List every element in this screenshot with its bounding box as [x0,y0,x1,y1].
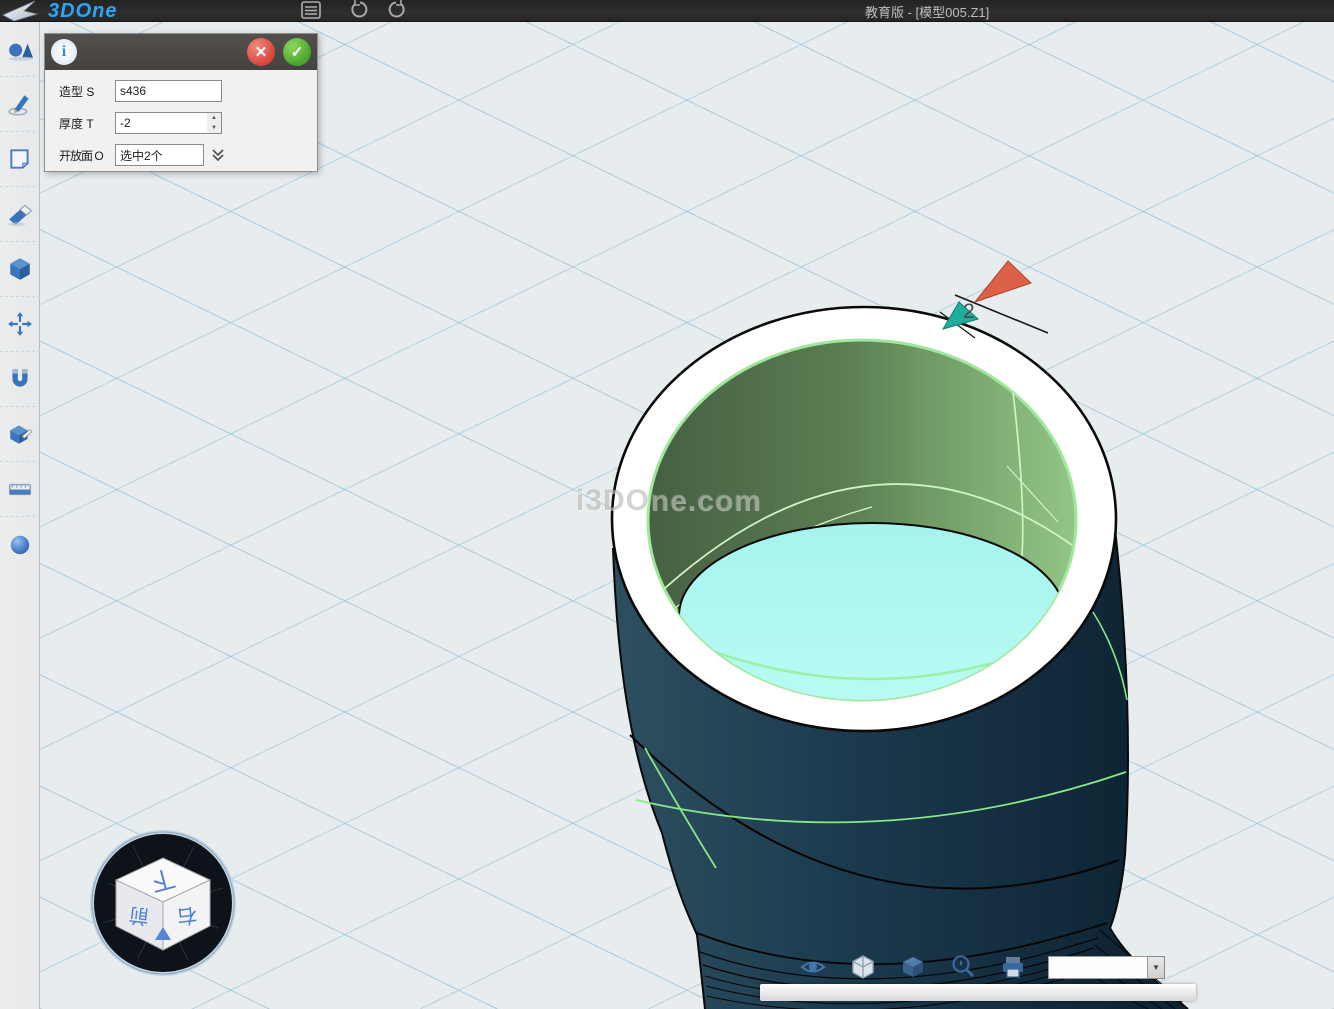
toolbar-primitives[interactable] [0,22,40,77]
toolbar-sketch-plane[interactable] [0,132,40,187]
toolbar-material[interactable] [0,517,40,572]
sketch-plane-icon [7,146,33,172]
material-icon [7,532,33,558]
thickness-label: 厚度 T [59,115,115,132]
toolbar-combine[interactable] [0,407,40,462]
toolbar-solid-feature[interactable] [0,242,40,297]
dialog-titlebar[interactable]: i ✕ ✓ [45,34,317,70]
window-title: 教育版 - [模型005.Z1] [865,2,989,21]
thickness-input[interactable] [115,112,222,134]
info-icon[interactable]: i [51,39,77,65]
close-icon[interactable]: ✕ [247,38,275,66]
main-toolbar [0,22,40,1009]
section-icon [7,476,33,502]
sketch-icon [7,91,33,117]
confirm-icon[interactable]: ✓ [283,38,311,66]
shape-label: 造型 S [59,83,115,100]
field-shape: 造型 S [59,80,317,102]
shell-dialog: i ✕ ✓ 造型 S 厚度 T ▲ ▼ 开放面 O [44,33,318,172]
field-open-faces: 开放面 O [59,144,317,166]
primitives-icon [7,36,33,62]
redo-icon[interactable] [386,0,406,25]
view-combo-input[interactable] [1048,956,1148,979]
toolbar-magnet-snap[interactable] [0,352,40,407]
titlebar[interactable]: 3DOne 教育版 - [模型005.Z1] [0,0,1334,22]
view-toolbar [800,954,1026,980]
view-combo: ▼ [1048,956,1165,979]
expand-chevron-icon[interactable] [210,147,226,163]
combo-dropdown-button[interactable]: ▼ [1148,956,1165,979]
handle-value: 2 [963,300,975,323]
open-faces-label: 开放面 O [59,147,115,164]
app-logo-text: 3DOne [48,0,117,23]
eye-icon[interactable] [800,954,826,980]
print-icon[interactable] [1000,954,1026,980]
toolbar-trim[interactable] [0,187,40,242]
solid-feature-icon [7,256,33,282]
cube-face-right: 右 [176,903,199,928]
trim-icon [7,201,33,227]
toolbar-section[interactable] [0,462,40,517]
undo-icon[interactable] [350,0,370,25]
move-icon [7,311,33,337]
field-thickness: 厚度 T ▲ ▼ [59,112,317,134]
open-faces-input[interactable] [115,144,204,166]
cube-face-front: 前 [128,903,151,928]
app-logo-arrow [2,0,40,23]
app-window: 2 i3DOne.com 下 前 右 [0,0,1334,1009]
zoom-icon[interactable] [950,954,976,980]
offset-arrow-red [975,261,1031,302]
view-cube[interactable]: 下 前 右 [88,828,238,978]
app-logo: 3DOne [2,0,117,24]
bottom-panel-bar [760,984,1196,1001]
watermark: i3DOne.com [576,484,761,518]
spin-down-button[interactable]: ▼ [207,123,221,133]
shaded-cube-icon[interactable] [900,954,926,980]
shape-input[interactable] [115,80,222,102]
toolbar-sketch[interactable] [0,77,40,132]
spin-up-button[interactable]: ▲ [207,113,221,123]
magnet-snap-icon [7,366,33,392]
combine-icon [7,421,33,447]
toolbar-move[interactable] [0,297,40,352]
document-icon[interactable] [300,0,322,25]
wireframe-cube-icon[interactable] [850,954,876,980]
